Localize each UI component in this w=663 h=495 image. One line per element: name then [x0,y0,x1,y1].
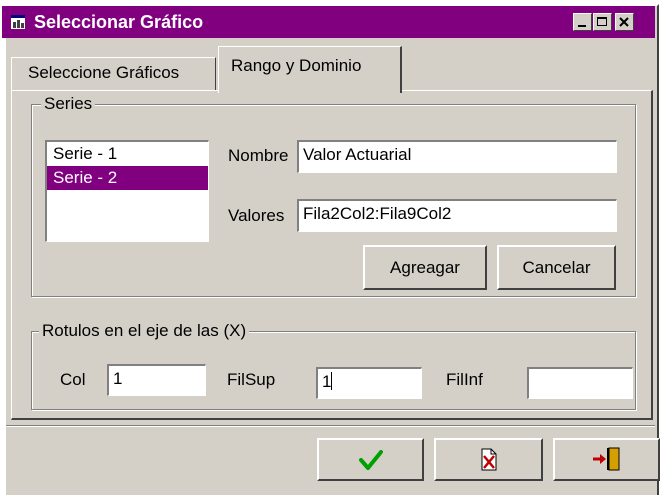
chart-app-icon [11,15,25,29]
list-item[interactable]: Serie - 1 [47,142,208,166]
filinf-field[interactable] [527,367,633,399]
text-caret [331,372,333,390]
rotulos-group-title: Rotulos en el eje de las (X) [39,321,250,341]
tab-label: Seleccione Gráficos [28,63,180,82]
document-cancel-icon [481,448,497,471]
valores-label: Valores [228,206,285,225]
series-listbox[interactable]: Serie - 1 Serie - 2 [45,140,209,242]
cancel-document-button[interactable] [434,438,543,481]
tab-rango-y-dominio[interactable]: Rango y Dominio [218,46,402,93]
title-bar[interactable]: Seleccionar Gráfico [2,6,655,38]
col-field[interactable]: 1 [107,364,206,396]
valores-field[interactable]: Fila2Col2:Fila9Col2 [297,199,617,232]
minimize-button[interactable] [573,13,592,31]
series-group-title: Series [41,94,96,114]
filsup-label: FilSup [227,370,276,389]
window-title: Seleccionar Gráfico [34,12,204,32]
footer-separator [6,425,655,427]
filinf-label: FilInf [446,370,483,389]
accept-button[interactable] [317,438,424,481]
cancelar-button[interactable]: Cancelar [497,245,616,290]
exit-door-icon [593,447,620,471]
filsup-field[interactable]: 1 [316,367,422,399]
tab-label: Rango y Dominio [231,56,362,75]
list-item-selected[interactable]: Serie - 2 [47,166,208,190]
close-icon [619,17,629,27]
tab-seleccione-graficos[interactable]: Seleccione Gráficos [11,57,216,90]
close-button[interactable] [615,13,634,31]
agregar-button[interactable]: Agreagar [363,245,487,290]
filsup-value: 1 [322,372,332,391]
checkmark-icon [359,450,383,470]
maximize-icon [597,17,607,26]
nombre-label: Nombre [228,146,289,165]
nombre-field[interactable]: Valor Actuarial [297,140,617,173]
minimize-icon [578,25,586,27]
maximize-button[interactable] [593,13,612,31]
col-label: Col [60,370,86,389]
exit-button[interactable] [553,438,660,481]
